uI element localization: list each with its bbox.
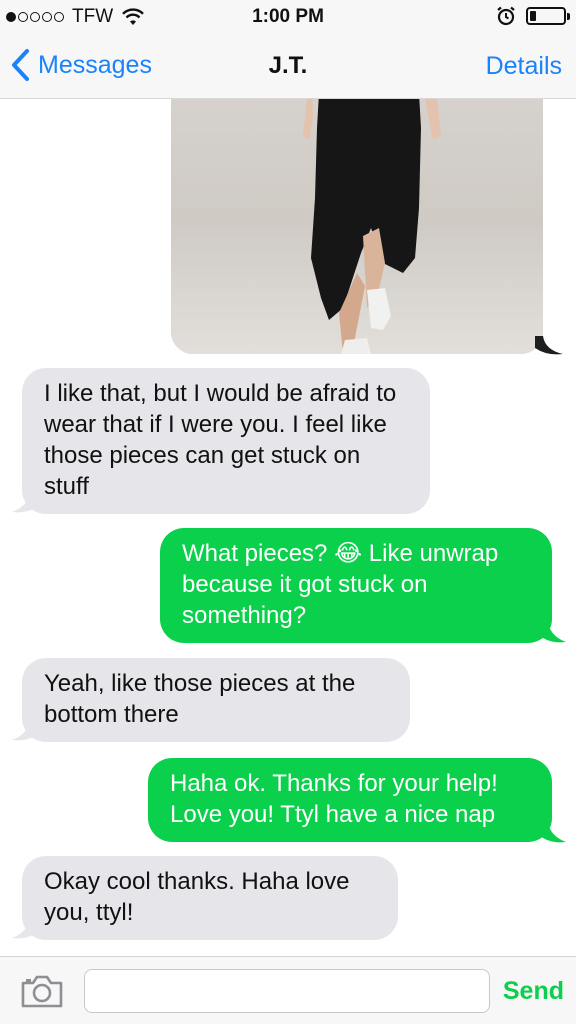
sent-message[interactable]: What pieces? 😂 Like unwrap because it go…	[160, 528, 552, 643]
alarm-icon	[497, 6, 515, 26]
received-message[interactable]: I like that, but I would be afraid to we…	[22, 368, 430, 514]
battery-icon	[526, 7, 570, 25]
sent-bubble-tail	[538, 622, 566, 643]
send-button[interactable]: Send	[503, 977, 564, 1006]
battery-level	[530, 11, 536, 21]
received-message[interactable]: Yeah, like those pieces at the bottom th…	[22, 658, 410, 742]
message-text: Yeah, like those pieces at the bottom th…	[44, 670, 356, 728]
message-text-start: What pieces?	[182, 540, 328, 567]
message-text: Haha ok. Thanks for your help! Love you!…	[170, 770, 498, 828]
message-text: I like that, but I would be afraid to we…	[44, 380, 397, 500]
compose-bar: Send	[0, 956, 576, 1024]
laughing-emoji: 😂	[334, 540, 363, 567]
photo-bubble-tail	[535, 336, 563, 355]
photo-image	[171, 98, 543, 354]
messages-screen: TFW 1:00 PM Messages J.T. Details I like…	[0, 0, 576, 1024]
camera-icon[interactable]	[20, 973, 64, 1009]
message-text: Okay cool thanks. Haha love you, ttyl!	[44, 868, 350, 926]
received-bubble-tail	[12, 492, 40, 513]
received-message[interactable]: Okay cool thanks. Haha love you, ttyl!	[22, 856, 398, 940]
message-input[interactable]	[84, 969, 490, 1013]
received-bubble-tail	[12, 918, 40, 939]
nav-bar: Messages J.T. Details	[0, 34, 576, 99]
status-right	[496, 6, 570, 26]
status-time: 1:00 PM	[252, 6, 324, 27]
sent-bubble-tail	[538, 822, 566, 843]
photo-message[interactable]	[171, 98, 543, 354]
sent-message[interactable]: Haha ok. Thanks for your help! Love you!…	[148, 758, 552, 842]
received-bubble-tail	[12, 720, 40, 741]
status-bar: TFW 1:00 PM	[0, 0, 576, 34]
message-list[interactable]: I like that, but I would be afraid to we…	[0, 98, 576, 956]
details-button[interactable]: Details	[486, 52, 562, 81]
